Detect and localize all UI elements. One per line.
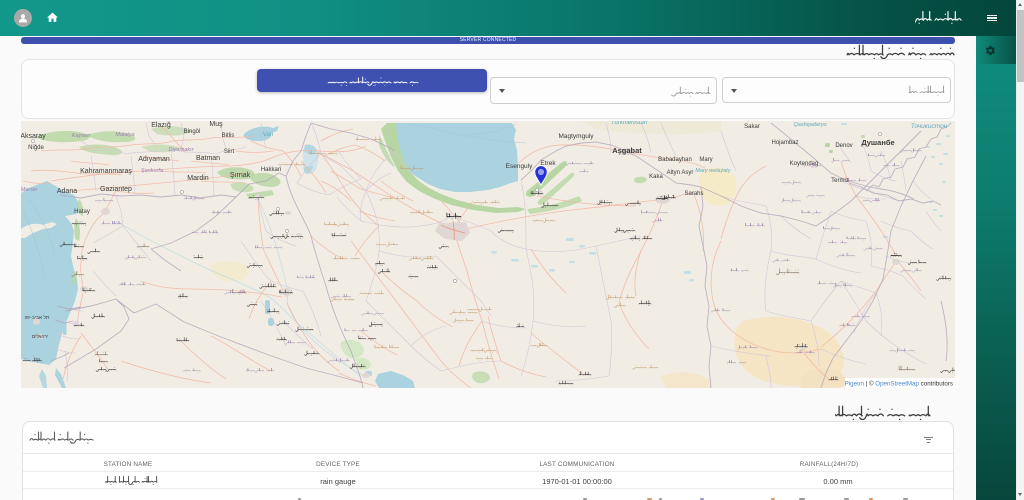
svg-text:Hatay: Hatay	[74, 209, 90, 215]
svg-text:Babadayhan: Babadayhan	[658, 157, 692, 163]
svg-text:Batman: Batman	[196, 155, 220, 162]
svg-text:Aşgabat: Aşgabat	[612, 146, 642, 155]
svg-text:Siirt: Siirt	[224, 149, 235, 155]
svg-text:Sarahs: Sarahs	[684, 191, 703, 197]
svg-text:Denov: Denov	[835, 143, 852, 149]
svg-text:Şanlıurfa: Şanlıurfa	[141, 168, 163, 174]
svg-text:Hojambaz: Hojambaz	[771, 140, 798, 146]
svg-text:Sakar: Sakar	[744, 124, 760, 130]
svg-text:Mersin: Mersin	[21, 187, 37, 193]
svg-text:Malatya: Malatya	[115, 132, 134, 138]
svg-text:Adana: Adana	[57, 188, 77, 195]
svg-text:Adıyaman: Adıyaman	[138, 156, 170, 163]
svg-text:Elazığ: Elazığ	[151, 122, 171, 129]
svg-text:Türkmenistan: Türkmenistan	[611, 121, 648, 126]
svg-text:Mary welaýaty: Mary welaýaty	[695, 168, 731, 174]
svg-text:Kaka: Kaka	[649, 174, 663, 180]
svg-text:Aksaray: Aksaray	[21, 133, 46, 140]
svg-text:Mardin: Mardin	[187, 175, 209, 182]
svg-text:Pigeon | © OpenStreetMap contr: Pigeon | © OpenStreetMap contributors	[845, 381, 953, 388]
svg-text:Hakkari: Hakkari	[261, 167, 281, 173]
svg-text:Qashqadaryo: Qashqadaryo	[793, 122, 826, 128]
svg-text:Van: Van	[263, 132, 274, 138]
svg-text:Kayseri: Kayseri	[72, 133, 91, 139]
svg-text:Koytendag: Koytendag	[790, 161, 819, 167]
svg-text:תל אביב-יפו: תל אביב-יפו	[25, 314, 50, 321]
svg-text:Точикистон: Точикистон	[911, 123, 948, 130]
svg-text:Bitlis: Bitlis	[222, 133, 235, 139]
svg-text:Душанбе: Душанбе	[861, 138, 894, 147]
svg-text:Gaziantep: Gaziantep	[100, 186, 132, 193]
svg-text:Magtymguly: Magtymguly	[558, 133, 594, 140]
svg-text:Altyn Asyr: Altyn Asyr	[667, 170, 694, 176]
svg-text:ירושלים: ירושלים	[32, 333, 48, 340]
svg-text:Niğde: Niğde	[28, 145, 44, 151]
svg-text:Esenguly: Esenguly	[506, 163, 533, 170]
svg-text:Termiz: Termiz	[831, 178, 849, 184]
svg-text:Kahramanmaraş: Kahramanmaraş	[80, 168, 132, 175]
svg-text:Şırnak: Şırnak	[230, 172, 251, 179]
svg-text:Diyarbakır: Diyarbakır	[168, 147, 194, 153]
svg-text:Bingöl: Bingöl	[184, 129, 201, 135]
svg-text:Mary: Mary	[699, 157, 712, 163]
svg-text:Muş: Muş	[209, 121, 223, 128]
